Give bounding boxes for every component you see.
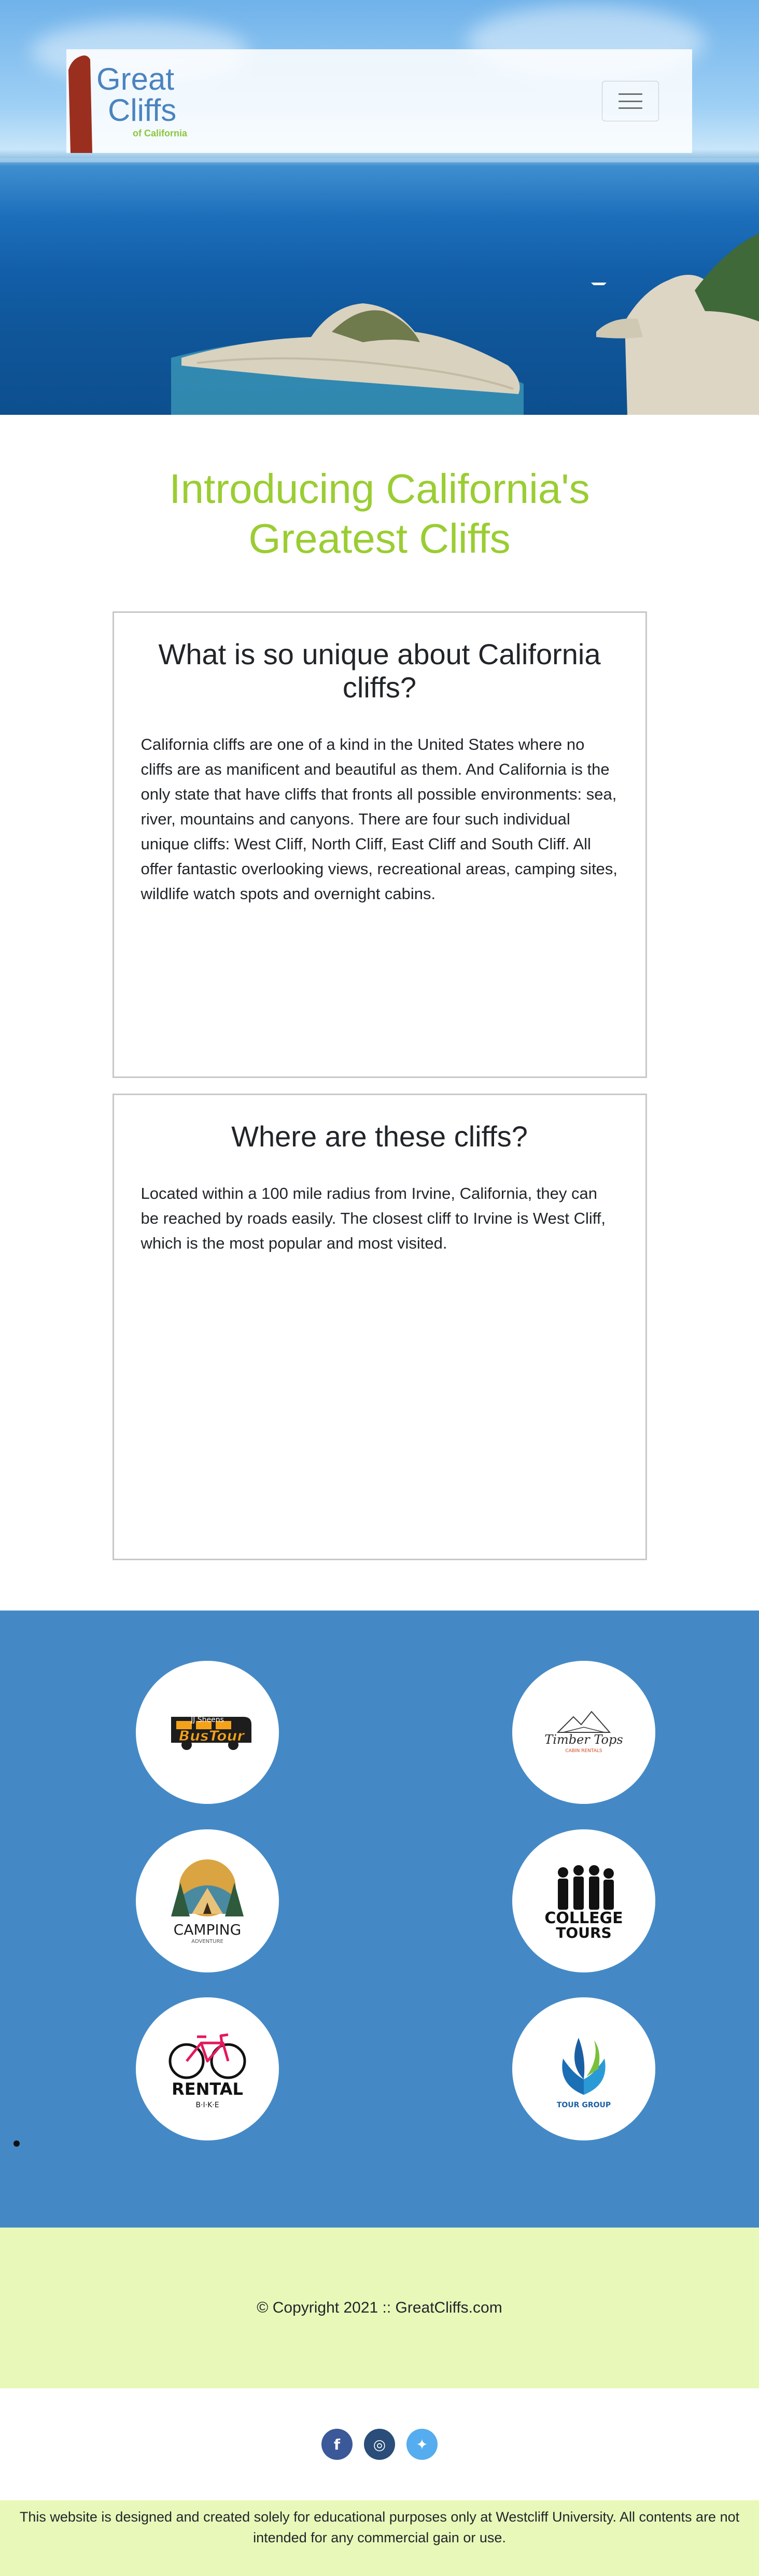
intro-section: Introducing California's Greatest Cliffs <box>0 415 759 564</box>
navbar-toggle-button[interactable] <box>602 81 659 121</box>
partner-bus-tour[interactable]: JJ Sheens BusTour <box>136 1661 279 1804</box>
partner-logo-text: BusTour <box>179 1727 246 1744</box>
bus-tour-logo-icon: JJ Sheens BusTour <box>171 1716 251 1750</box>
brand-line-great: Great <box>96 61 175 96</box>
partner-logo-text: TOURS <box>556 1924 611 1941</box>
card-body: Located within a 100 mile radius from Ir… <box>140 1184 606 1252</box>
facebook-icon[interactable]: f <box>321 2429 353 2460</box>
card-title: What is so unique about California cliff… <box>158 638 601 704</box>
brand-line-cliffs: Cliffs <box>108 92 177 128</box>
tour-group-logo-icon: TOUR GROUP <box>557 2038 611 2109</box>
partner-logo-text: ADVENTURE <box>191 1939 223 1944</box>
partner-logo-text: CABIN RENTALS <box>565 1748 602 1754</box>
info-card: What is so unique about California cliff… <box>112 611 647 1078</box>
hamburger-icon <box>619 93 642 109</box>
hero-banner: Great Cliffs of California <box>0 0 759 415</box>
partner-logo-text: Timber Tops <box>544 1732 623 1747</box>
card-body: California cliffs are one of a kind in t… <box>140 735 618 903</box>
twitter-icon[interactable]: ✦ <box>406 2429 438 2460</box>
instagram-icon[interactable]: ◎ <box>364 2429 395 2460</box>
partner-camping[interactable]: CAMPING ADVENTURE <box>136 1829 279 1972</box>
rental-bike-logo-icon: RENTAL B·I·K·E <box>168 2033 246 2109</box>
partner-logo-text: JJ Sheens <box>190 1716 224 1724</box>
card-title: Where are these cliffs? <box>231 1120 528 1153</box>
list-bullet <box>13 2140 20 2147</box>
partner-logo-text: CAMPING <box>174 1921 242 1938</box>
brand-line-california: of California <box>133 128 188 138</box>
disclaimer-text: This website is designed and created sol… <box>19 2509 740 2545</box>
navbar: Great Cliffs of California <box>66 49 692 153</box>
copyright-section: © Copyright 2021 :: GreatCliffs.com <box>0 2228 759 2388</box>
timber-tops-logo-icon: Timber Tops CABIN RENTALS <box>544 1711 623 1754</box>
camping-logo-icon: CAMPING ADVENTURE <box>171 1859 244 1944</box>
partner-college-tours[interactable]: COLLEGE TOURS <box>512 1829 655 1972</box>
cliff-logo-icon <box>68 55 92 153</box>
brand-logo-link[interactable]: Great Cliffs of California <box>66 49 187 153</box>
partner-tour-group[interactable]: TOUR GROUP <box>512 1997 655 2140</box>
brand-wordmark: Great Cliffs of California <box>92 49 187 153</box>
college-tours-logo-icon: COLLEGE TOURS <box>544 1865 623 1941</box>
page-title: Introducing California's Greatest Cliffs <box>169 466 590 562</box>
social-links: f ◎ ✦ <box>0 2388 759 2500</box>
disclaimer-footer: This website is designed and created sol… <box>0 2500 759 2576</box>
partners-section: JJ Sheens BusTour Timber Tops CABIN RENT… <box>0 1611 759 2228</box>
info-card: Where are these cliffs? Located within a… <box>112 1094 647 1560</box>
partner-timber-tops[interactable]: Timber Tops CABIN RENTALS <box>512 1661 655 1804</box>
partner-logo-text: RENTAL <box>172 2079 243 2099</box>
partner-logo-text: TOUR GROUP <box>557 2101 611 2109</box>
copyright-text: © Copyright 2021 :: GreatCliffs.com <box>257 2299 502 2316</box>
partner-logo-text: B·I·K·E <box>195 2101 219 2109</box>
partner-rental-bike[interactable]: RENTAL B·I·K·E <box>136 1997 279 2140</box>
